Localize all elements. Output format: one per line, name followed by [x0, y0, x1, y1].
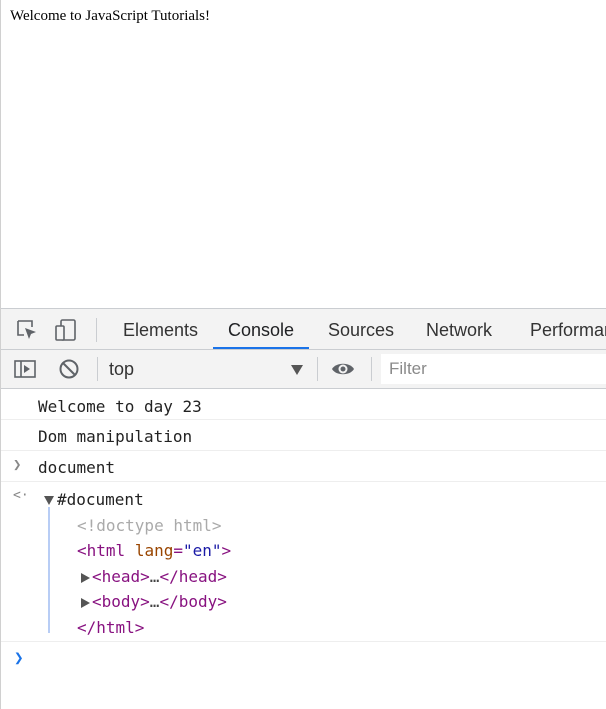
eye-icon[interactable] — [331, 357, 355, 381]
console-toolbar: top — [1, 350, 606, 389]
expand-arrow-icon[interactable] — [44, 496, 54, 505]
dropdown-arrow-icon — [291, 365, 303, 375]
console-message: Welcome to day 23 — [1, 389, 606, 420]
result-arrow-icon: <· — [13, 488, 29, 503]
input-text: document — [38, 458, 116, 477]
sidebar-toggle-icon[interactable] — [13, 357, 37, 381]
console-input-entry: ❯ document — [1, 451, 606, 482]
inspect-element-icon[interactable] — [15, 318, 39, 342]
device-toggle-icon[interactable] — [54, 318, 78, 342]
tree-node-html-close: </html> — [77, 618, 145, 637]
tab-performance[interactable]: Performan — [515, 309, 606, 349]
filter-input[interactable] — [381, 354, 606, 384]
tree-node-document[interactable]: #document — [44, 490, 144, 509]
toolbar-divider — [371, 357, 372, 381]
tree-node-doctype: <!doctype html> — [77, 516, 222, 535]
tree-node-head[interactable]: <head>…</head> — [81, 567, 227, 586]
tab-elements[interactable]: Elements — [108, 309, 213, 349]
log-text: Welcome to day 23 — [38, 397, 202, 416]
prompt-chevron-icon: ❯ — [14, 648, 24, 667]
console-output: Welcome to day 23 Dom manipulation ❯ doc… — [1, 389, 606, 709]
expand-arrow-icon[interactable] — [81, 597, 90, 608]
devtools-panel: Elements Console Sources Network Perform… — [0, 308, 606, 709]
tab-console[interactable]: Console — [213, 309, 310, 349]
tree-guide-line — [48, 507, 50, 633]
tab-sources[interactable]: Sources — [313, 309, 409, 349]
console-result: <· #document <!doctype html> <html lang=… — [1, 482, 606, 641]
clear-console-icon[interactable] — [57, 357, 81, 381]
toolbar-divider — [317, 357, 318, 381]
devtools-tab-bar: Elements Console Sources Network Perform… — [1, 308, 606, 350]
expand-arrow-icon[interactable] — [81, 572, 90, 583]
context-selector[interactable]: top — [101, 350, 313, 388]
tree-node-html[interactable]: <html lang="en"> — [77, 541, 231, 560]
console-prompt[interactable]: ❯ — [1, 641, 606, 681]
tab-network[interactable]: Network — [411, 309, 507, 349]
toolbar-divider — [97, 357, 98, 381]
tree-node-body[interactable]: <body>…</body> — [81, 592, 227, 611]
console-message: Dom manipulation — [1, 420, 606, 451]
toolbar-divider — [96, 318, 97, 342]
page-heading: Welcome to JavaScript Tutorials! — [10, 8, 211, 24]
input-chevron-icon: ❯ — [13, 457, 22, 473]
page-viewport: Welcome to JavaScript Tutorials! — [0, 0, 606, 308]
log-text: Dom manipulation — [38, 427, 193, 446]
context-value: top — [109, 359, 135, 379]
